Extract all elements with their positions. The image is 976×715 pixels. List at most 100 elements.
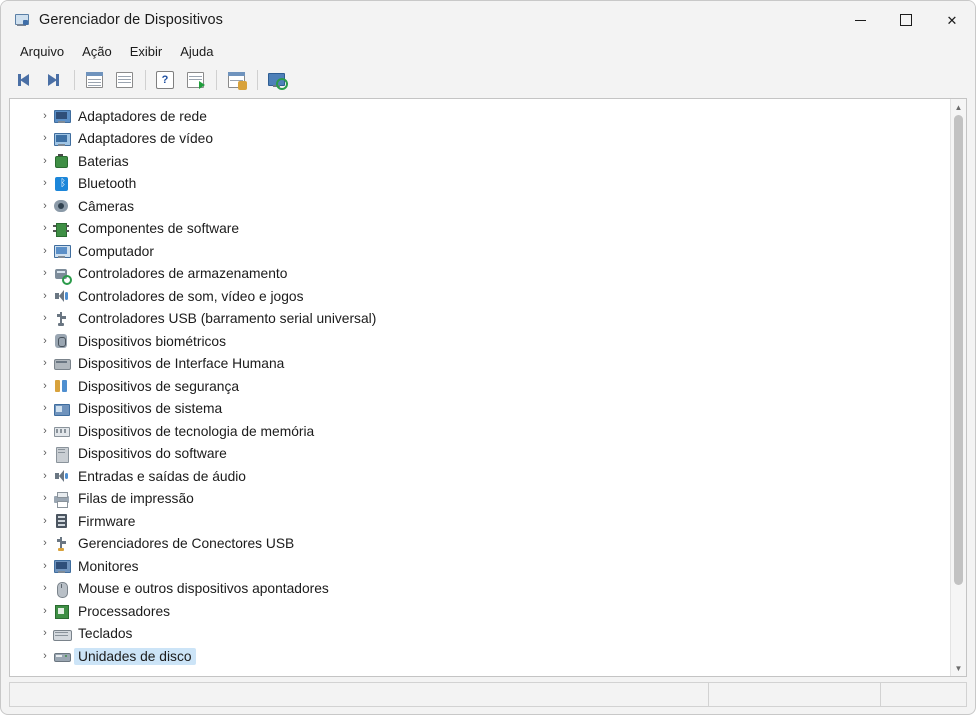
tree-node[interactable]: › Computador (10, 240, 950, 263)
tree-node-label: Processadores (78, 603, 171, 619)
storage-controller-icon (53, 266, 72, 285)
back-button[interactable] (9, 67, 37, 93)
device-manager-window: Gerenciador de Dispositivos ✕ Arquivo Aç… (0, 0, 976, 715)
tree-node[interactable]: › ᛒ Bluetooth (10, 173, 950, 196)
software-device-icon (53, 446, 70, 463)
close-button[interactable]: ✕ (929, 1, 975, 39)
status-bar (9, 682, 967, 707)
tree-node-label: Bluetooth (78, 176, 137, 192)
update-driver-icon (186, 72, 205, 89)
tree-node[interactable]: › Entradas e saídas de áudio (10, 465, 950, 488)
tree-node[interactable]: › Adaptadores de vídeo (10, 128, 950, 151)
tree-node[interactable]: › Adaptadores de rede (10, 105, 950, 128)
tree-node[interactable]: › Gerenciadores de Conectores USB (10, 533, 950, 556)
chevron-right-icon[interactable]: › (37, 155, 53, 167)
chevron-right-icon[interactable]: › (37, 650, 53, 662)
tree-node-label: Dispositivos de tecnologia de memória (78, 423, 315, 439)
minimize-button[interactable] (837, 1, 883, 39)
tree-node[interactable]: › Dispositivos do software (10, 443, 950, 466)
vertical-scrollbar[interactable]: ▲ ▼ (950, 99, 966, 676)
content-area: › Adaptadores de rede › Adaptadores de víde… (9, 98, 967, 677)
security-device-icon (53, 378, 70, 394)
menu-item-ajuda[interactable]: Ajuda (171, 41, 222, 62)
chevron-right-icon[interactable]: › (37, 290, 53, 302)
tree-node[interactable]: › Controladores de som, vídeo e jogos (10, 285, 950, 308)
maximize-button[interactable] (883, 1, 929, 39)
tree-node-label: Mouse e outros dispositivos apontadores (78, 581, 329, 597)
tree-node[interactable]: › Dispositivos de Interface Humana (10, 353, 950, 376)
tree-node[interactable]: › Dispositivos de segurança (10, 375, 950, 398)
chevron-right-icon[interactable]: › (37, 335, 53, 347)
chevron-right-icon[interactable]: › (37, 493, 53, 504)
uninstall-device-icon (227, 72, 247, 90)
maximize-icon (900, 14, 912, 26)
tree-node[interactable]: › Firmware (10, 510, 950, 533)
tree-node[interactable]: › Dispositivos de tecnologia de memória (10, 420, 950, 443)
title-bar: Gerenciador de Dispositivos ✕ (1, 1, 975, 39)
tree-node-label: Computador (78, 243, 154, 259)
menu-item-arquivo[interactable]: Arquivo (11, 41, 73, 62)
chevron-right-icon[interactable]: › (37, 515, 53, 527)
system-device-icon (53, 401, 70, 417)
uninstall-device-button[interactable] (222, 67, 250, 93)
help-button[interactable]: ? (151, 67, 179, 93)
tree-node[interactable]: › Monitores (10, 555, 950, 578)
tree-node[interactable]: › Dispositivos de sistema (10, 398, 950, 421)
chevron-right-icon[interactable]: › (37, 245, 53, 257)
tree-node-label: Filas de impressão (78, 491, 194, 507)
tree-node[interactable]: › Baterias (10, 150, 950, 173)
chevron-right-icon[interactable]: › (37, 268, 53, 279)
tree-node[interactable]: › Unidades de disco (10, 645, 950, 668)
software-component-icon (53, 221, 70, 237)
tree-node[interactable]: › Componentes de software (10, 218, 950, 241)
chevron-right-icon[interactable]: › (37, 380, 53, 392)
tree-node[interactable]: › Controladores USB (barramento serial un… (10, 308, 950, 331)
chevron-right-icon[interactable]: › (37, 403, 53, 414)
chevron-right-icon[interactable]: › (37, 538, 53, 549)
show-hide-console-tree-button[interactable] (80, 67, 108, 93)
menu-item-acao[interactable]: Ação (73, 41, 121, 62)
chevron-right-icon[interactable]: › (37, 470, 53, 482)
tree-node[interactable]: › Mouse e outros dispositivos apontadores (10, 578, 950, 601)
update-driver-button[interactable] (181, 67, 209, 93)
chevron-right-icon[interactable]: › (37, 358, 53, 369)
chevron-right-icon[interactable]: › (37, 178, 53, 189)
toolbar-separator-2 (145, 70, 146, 90)
chevron-right-icon[interactable]: › (37, 425, 53, 437)
scan-hardware-changes-button[interactable] (263, 67, 291, 93)
chevron-right-icon[interactable]: › (37, 448, 53, 459)
chevron-right-icon[interactable]: › (37, 313, 53, 324)
tree-node[interactable]: › Filas de impressão (10, 488, 950, 511)
chevron-right-icon[interactable]: › (37, 605, 53, 617)
tree-node-label: Firmware (78, 513, 136, 529)
scroll-down-arrow-icon[interactable]: ▼ (951, 660, 966, 676)
tree-node[interactable]: › Controladores de armazenamento (10, 263, 950, 286)
properties-button[interactable] (110, 67, 138, 93)
chevron-right-icon[interactable]: › (37, 133, 53, 144)
menu-item-exibir[interactable]: Exibir (121, 41, 172, 62)
chevron-right-icon[interactable]: › (37, 223, 53, 234)
toolbar-separator-1 (74, 70, 75, 90)
tree-node[interactable]: › Dispositivos biométricos (10, 330, 950, 353)
close-icon: ✕ (946, 12, 958, 28)
scrollbar-thumb[interactable] (954, 115, 963, 585)
window-title: Gerenciador de Dispositivos (39, 12, 224, 28)
device-manager-icon (14, 12, 30, 28)
chevron-right-icon[interactable]: › (37, 628, 53, 639)
tree-node-label: Controladores de armazenamento (78, 266, 288, 282)
scroll-up-arrow-icon[interactable]: ▲ (951, 99, 966, 115)
forward-button[interactable] (39, 67, 67, 93)
memory-technology-icon (53, 423, 70, 439)
chevron-right-icon[interactable]: › (37, 200, 53, 212)
scrollbar-track[interactable] (951, 115, 966, 660)
device-tree[interactable]: › Adaptadores de rede › Adaptadores de víde… (10, 99, 950, 676)
console-tree-icon (85, 72, 103, 88)
sound-controller-icon (53, 288, 70, 304)
tree-node[interactable]: › Câmeras (10, 195, 950, 218)
chevron-right-icon[interactable]: › (37, 110, 53, 122)
tree-node-label: Dispositivos do software (78, 446, 227, 462)
tree-node[interactable]: › Teclados (10, 623, 950, 646)
chevron-right-icon[interactable]: › (37, 583, 53, 594)
chevron-right-icon[interactable]: › (37, 560, 53, 572)
tree-node[interactable]: › Processadores (10, 600, 950, 623)
